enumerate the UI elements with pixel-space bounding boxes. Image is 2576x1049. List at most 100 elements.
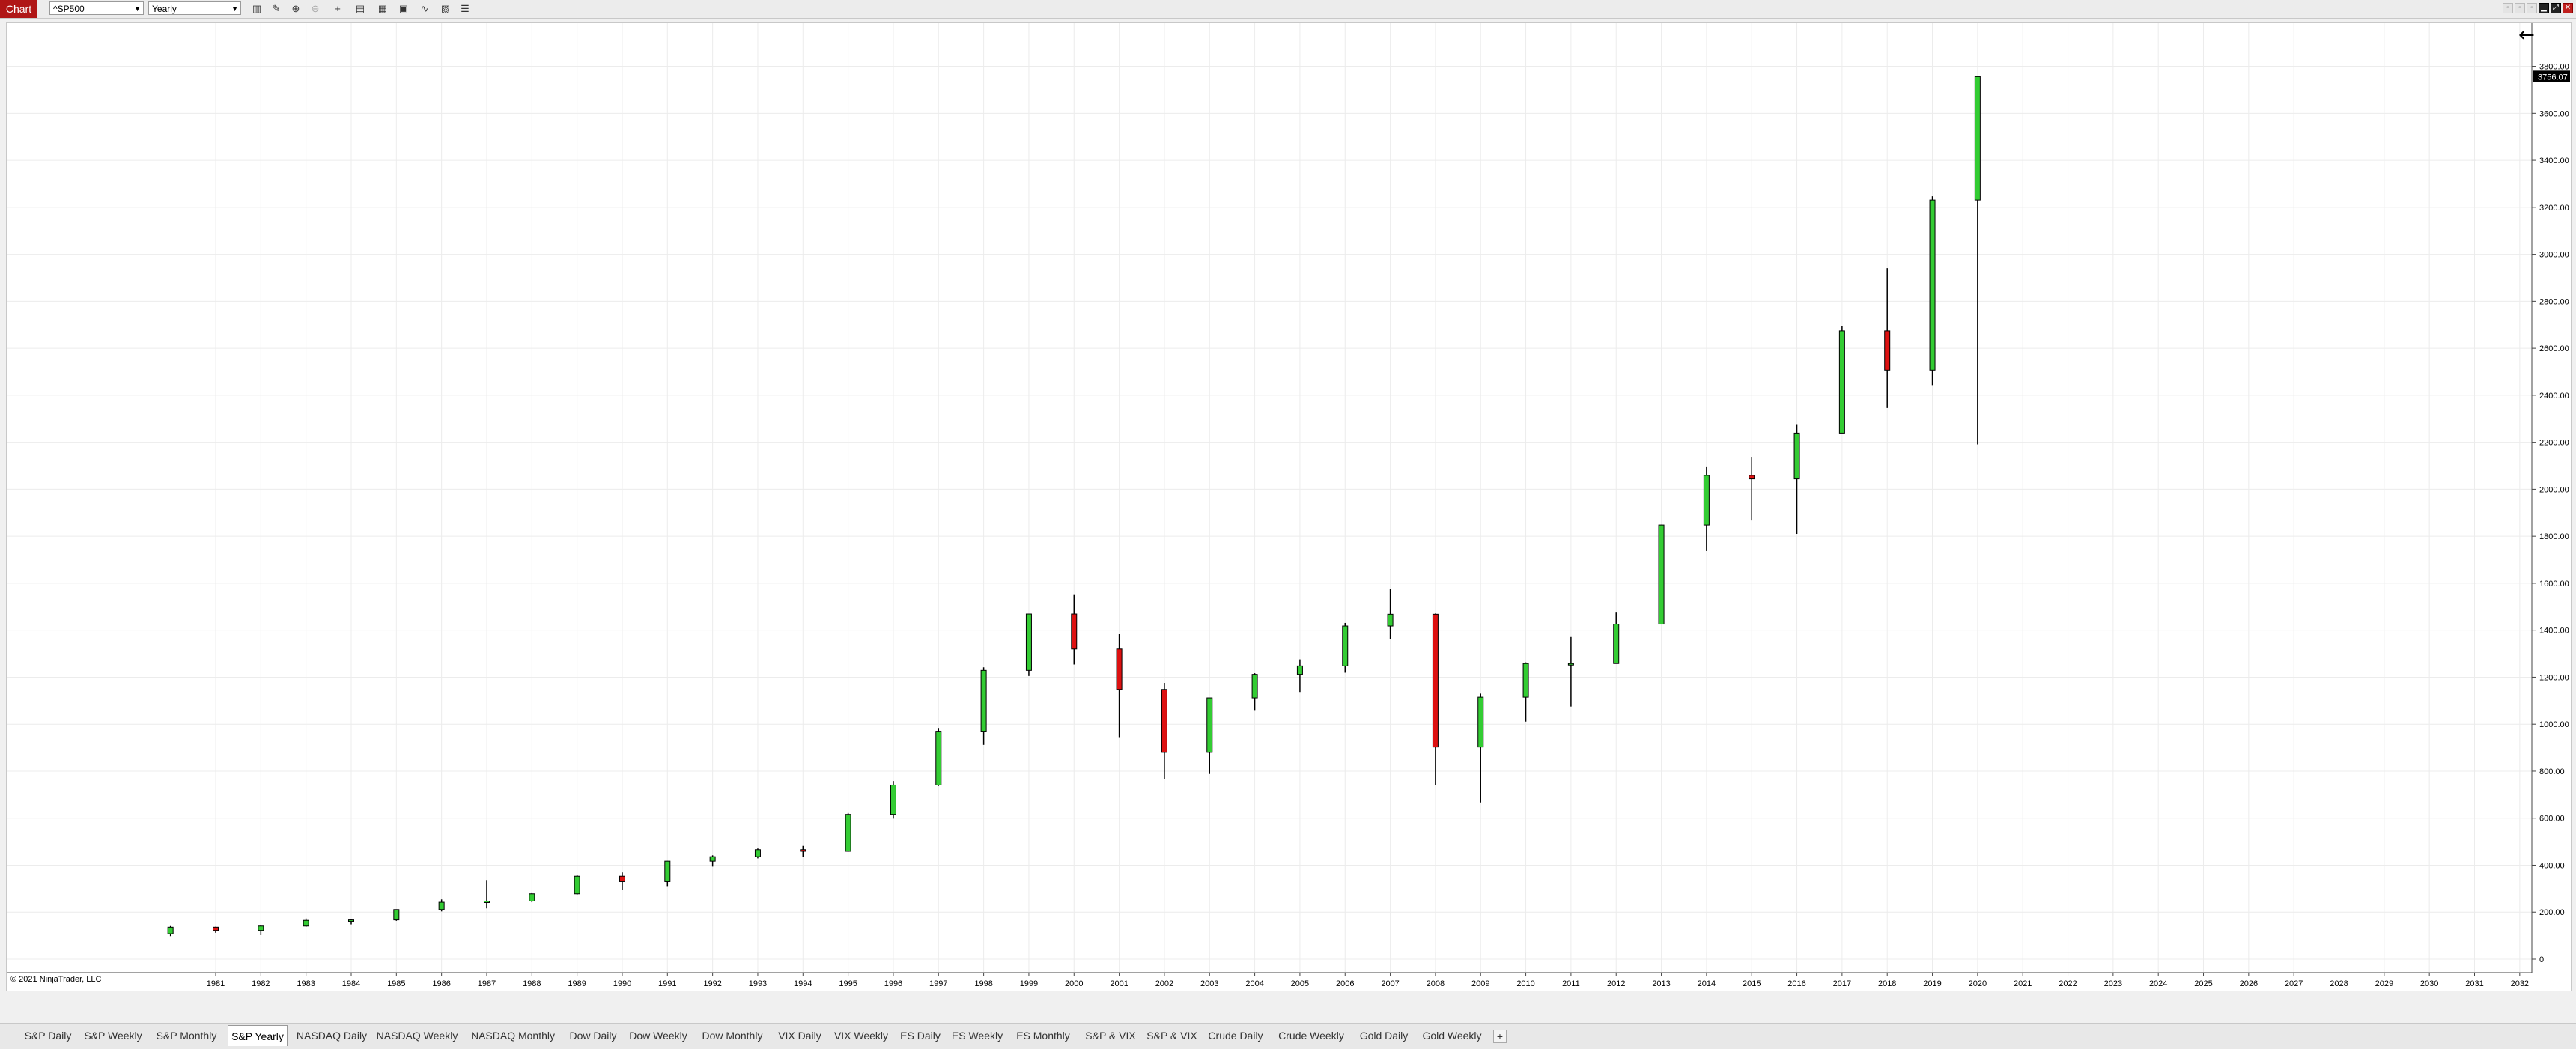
time-tick-label: 2009 — [1471, 979, 1489, 988]
tab-nasdaq-monthly[interactable]: NASDAQ Monthly — [464, 1027, 562, 1045]
tab-s-p-weekly[interactable]: S&P Weekly — [81, 1027, 145, 1045]
zoom-out-icon[interactable]: ⊖ — [309, 2, 322, 16]
candle-body — [1974, 76, 1981, 201]
minimize-icon[interactable]: ▁ — [2539, 3, 2549, 13]
tab-gold-weekly[interactable]: Gold Weekly — [1418, 1027, 1486, 1045]
snapshot-icon[interactable]: ▣ — [397, 2, 410, 16]
time-tick-label: 2028 — [2330, 979, 2348, 988]
candle-2010 — [1522, 662, 1529, 722]
time-tick-label: 2021 — [2014, 979, 2032, 988]
chart-panel[interactable]: 0 200.00 400.00 600.00 800.00 1000.00 1200.00 1… — [6, 22, 2572, 991]
chevron-down-icon: ▼ — [134, 5, 141, 13]
time-tick-label: 2032 — [2511, 979, 2529, 988]
candle-2000 — [1071, 594, 1078, 665]
properties-icon[interactable]: ▤ — [353, 2, 367, 16]
time-tick-label: 2023 — [2104, 979, 2122, 988]
candle-2011 — [1567, 636, 1574, 707]
candle-body — [1838, 330, 1845, 434]
time-tick-label: 2015 — [1743, 979, 1761, 988]
price-chart[interactable]: 0 200.00 400.00 600.00 800.00 1000.00 1200.00 1… — [7, 23, 2571, 991]
period-selector[interactable]: Yearly ▼ — [148, 1, 241, 15]
time-tick-label: 2020 — [1969, 979, 1987, 988]
tab-es-weekly[interactable]: ES Weekly — [950, 1027, 1005, 1045]
back-arrow-icon[interactable]: ← — [2518, 24, 2535, 46]
tab-s-p-daily[interactable]: S&P Daily — [21, 1027, 75, 1045]
zoom-in-icon[interactable]: ⊕ — [289, 2, 303, 16]
time-tick-label: 2025 — [2194, 979, 2212, 988]
time-tick-label: 2014 — [1698, 979, 1716, 988]
candle-body — [213, 926, 219, 931]
candle-body — [1387, 613, 1394, 627]
maximize-icon[interactable]: ⤢ — [2551, 3, 2561, 13]
candle-body — [574, 875, 580, 895]
candle-body — [1749, 475, 1755, 480]
candle-body — [1071, 613, 1078, 650]
pin-icon[interactable]: ▫ — [2527, 3, 2537, 13]
tab-gold-daily[interactable]: Gold Daily — [1355, 1027, 1412, 1045]
tab-vix-weekly[interactable]: VIX Weekly — [831, 1027, 891, 1045]
chart-window-label: Chart — [0, 0, 37, 18]
draw-icon[interactable]: ✎ — [270, 2, 283, 16]
tab-s-p-yearly[interactable]: S&P Yearly — [228, 1025, 288, 1046]
tab-nasdaq-weekly[interactable]: NASDAQ Weekly — [374, 1027, 460, 1045]
tab-dow-daily[interactable]: Dow Daily — [566, 1027, 620, 1045]
candle-body — [347, 919, 354, 922]
chart-trader-icon[interactable]: ☰ — [458, 2, 472, 16]
tab-nasdaq-daily[interactable]: NASDAQ Daily — [294, 1027, 370, 1045]
candle-2019 — [1929, 196, 1936, 386]
candle-2013 — [1658, 524, 1665, 625]
time-tick-label: 2010 — [1516, 979, 1534, 988]
candle-1983 — [303, 918, 309, 927]
tab-es-daily[interactable]: ES Daily — [896, 1027, 945, 1045]
bar-type-icon[interactable]: ▥ — [250, 2, 264, 16]
period-value: Yearly — [152, 4, 177, 14]
candle-body — [845, 814, 851, 852]
strategies-icon[interactable]: ▧ — [439, 2, 452, 16]
tab-s-p-vix[interactable]: S&P & VIX — [1144, 1027, 1200, 1045]
time-tick-label: 2012 — [1607, 979, 1625, 988]
tab-dow-weekly[interactable]: Dow Weekly — [626, 1027, 690, 1045]
cascade-icon[interactable]: ▫ — [2515, 3, 2525, 13]
tab-vix-daily[interactable]: VIX Daily — [774, 1027, 825, 1045]
price-tick-label: 1000.00 — [2539, 720, 2569, 729]
time-tick-label: 1991 — [658, 979, 676, 988]
candle-body — [393, 909, 400, 921]
time-tick-label: 2001 — [1110, 979, 1128, 988]
tile-icon[interactable]: ▫ — [2503, 3, 2513, 13]
price-tick-label: 2800.00 — [2539, 297, 2569, 306]
candle-body — [483, 900, 490, 903]
candle-body — [167, 926, 174, 934]
candle-1999 — [1025, 613, 1032, 676]
crosshair-icon[interactable]: + — [331, 2, 344, 16]
price-tick-label: 3800.00 — [2539, 63, 2569, 72]
candle-body — [1703, 475, 1710, 526]
candle-body — [1793, 432, 1800, 480]
candle-1997 — [935, 728, 942, 786]
indicators-icon[interactable]: ∿ — [418, 2, 431, 16]
candle-body — [529, 893, 535, 901]
instrument-selector[interactable]: ^SP500 ▼ — [49, 1, 144, 15]
candle-body — [935, 731, 942, 785]
time-tick-label: 1981 — [207, 979, 225, 988]
time-tick-label: 2005 — [1291, 979, 1309, 988]
tab-s-p-vix[interactable]: S&P & VIX — [1083, 1027, 1138, 1045]
tab-crude-daily[interactable]: Crude Daily — [1204, 1027, 1267, 1045]
time-tick-label: 2026 — [2240, 979, 2258, 988]
close-icon[interactable]: ✕ — [2563, 3, 2573, 13]
tab-crude-weekly[interactable]: Crude Weekly — [1273, 1027, 1349, 1045]
add-tab-button[interactable]: + — [1493, 1030, 1507, 1043]
candle-2007 — [1387, 589, 1394, 639]
time-tick-label: 2003 — [1200, 979, 1218, 988]
time-tick-label: 2022 — [2059, 979, 2077, 988]
candle-body — [800, 849, 806, 852]
candle-body — [1206, 697, 1213, 753]
tab-s-p-monthly[interactable]: S&P Monthly — [151, 1027, 222, 1045]
candle-1982 — [258, 925, 264, 935]
tab-dow-monthly[interactable]: Dow Monthly — [696, 1027, 768, 1045]
tab-es-monthly[interactable]: ES Monthly — [1011, 1027, 1075, 1045]
time-tick-label: 1993 — [749, 979, 767, 988]
candle-body — [1884, 330, 1891, 371]
candle-body — [664, 860, 671, 882]
candle-2001 — [1116, 634, 1123, 738]
data-box-icon[interactable]: ▦ — [376, 2, 389, 16]
